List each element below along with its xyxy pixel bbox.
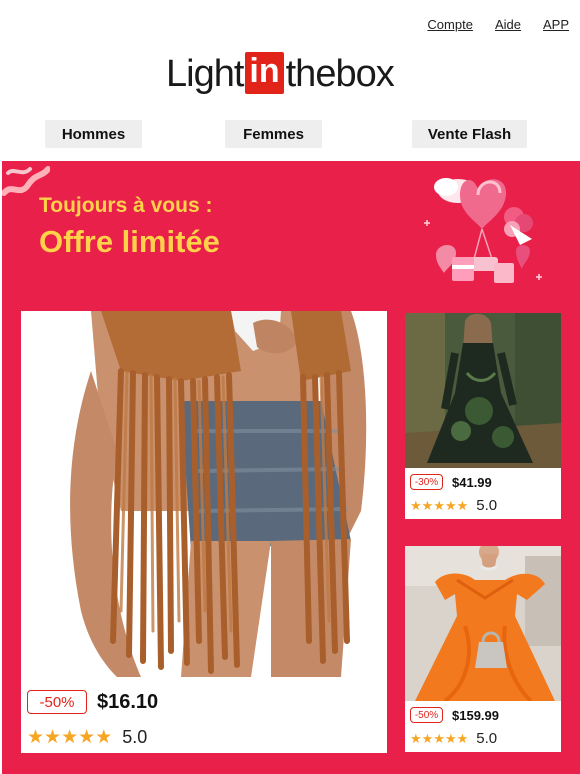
star-icon: ★ xyxy=(433,498,445,513)
star-icon: ★ xyxy=(410,498,422,513)
product-card-green-dress[interactable]: -30% $41.99 ★ ★ ★ ★ ★ 5.0 xyxy=(405,313,561,519)
account-link[interactable]: Compte xyxy=(427,17,473,32)
logo-box: in xyxy=(245,52,284,94)
rating-stars: ★ ★ ★ ★ ★ 5.0 xyxy=(410,497,497,514)
rating-stars: ★ ★ ★ ★ ★ 5.0 xyxy=(410,730,497,747)
product-card-orange-gown[interactable]: -50% $159.99 ★ ★ ★ ★ ★ 5.0 xyxy=(405,546,561,752)
valentine-gifts-illustration xyxy=(424,178,542,283)
rating-stars: ★ ★ ★ ★ ★ 5.0 xyxy=(27,727,147,748)
star-icon: ★ xyxy=(456,498,469,513)
product-price: $41.99 xyxy=(452,474,492,490)
help-link[interactable]: Aide xyxy=(495,17,521,32)
promo-subtitle: Toujours à vous : xyxy=(39,194,213,217)
nav-hommes-button[interactable]: Hommes xyxy=(45,120,142,148)
discount-badge: -30% xyxy=(410,474,443,490)
discount-badge: -50% xyxy=(410,707,443,723)
product-image-fringe-vest[interactable] xyxy=(21,311,387,677)
star-icon: ★ xyxy=(410,731,422,746)
star-icon: ★ xyxy=(456,731,469,746)
rating-value: 5.0 xyxy=(122,727,148,747)
product-price: $16.10 xyxy=(97,690,159,713)
rating-value: 5.0 xyxy=(476,497,498,514)
logo-text-left: Light xyxy=(166,53,244,95)
lightinthebox-logo[interactable]: Light in thebox xyxy=(166,50,416,98)
star-icon: ★ xyxy=(421,731,434,746)
promo-banner: Toujours à vous : Offre limitée -50% $16… xyxy=(2,161,580,774)
price-row: -50% $159.99 xyxy=(410,705,499,725)
star-icon: ★ xyxy=(95,727,113,748)
price-row: -50% $16.10 xyxy=(27,688,158,716)
price-row: -30% $41.99 xyxy=(410,472,492,492)
app-link[interactable]: APP xyxy=(543,17,569,32)
promo-headline: Offre limitée xyxy=(39,224,220,259)
star-icon: ★ xyxy=(27,727,45,748)
star-icon: ★ xyxy=(78,727,96,748)
nav-vente-flash-button[interactable]: Vente Flash xyxy=(412,120,527,148)
logo-text-right: thebox xyxy=(285,53,395,95)
star-icon: ★ xyxy=(61,727,79,748)
product-card-fringe-vest[interactable]: -50% $16.10 ★ ★ ★ ★ ★ 5.0 xyxy=(21,311,387,753)
top-links: Compte Aide APP xyxy=(405,17,569,32)
star-icon: ★ xyxy=(44,727,62,748)
star-icon: ★ xyxy=(444,498,457,513)
product-image-green-dress[interactable] xyxy=(405,313,561,468)
star-icon: ★ xyxy=(444,731,457,746)
star-icon: ★ xyxy=(421,498,434,513)
nav-femmes-button[interactable]: Femmes xyxy=(225,120,322,148)
star-icon: ★ xyxy=(433,731,445,746)
product-price: $159.99 xyxy=(452,707,499,723)
rating-value: 5.0 xyxy=(476,730,498,747)
category-nav: Hommes Femmes Vente Flash xyxy=(0,120,580,148)
discount-badge: -50% xyxy=(27,690,87,714)
product-image-orange-gown[interactable] xyxy=(405,546,561,701)
